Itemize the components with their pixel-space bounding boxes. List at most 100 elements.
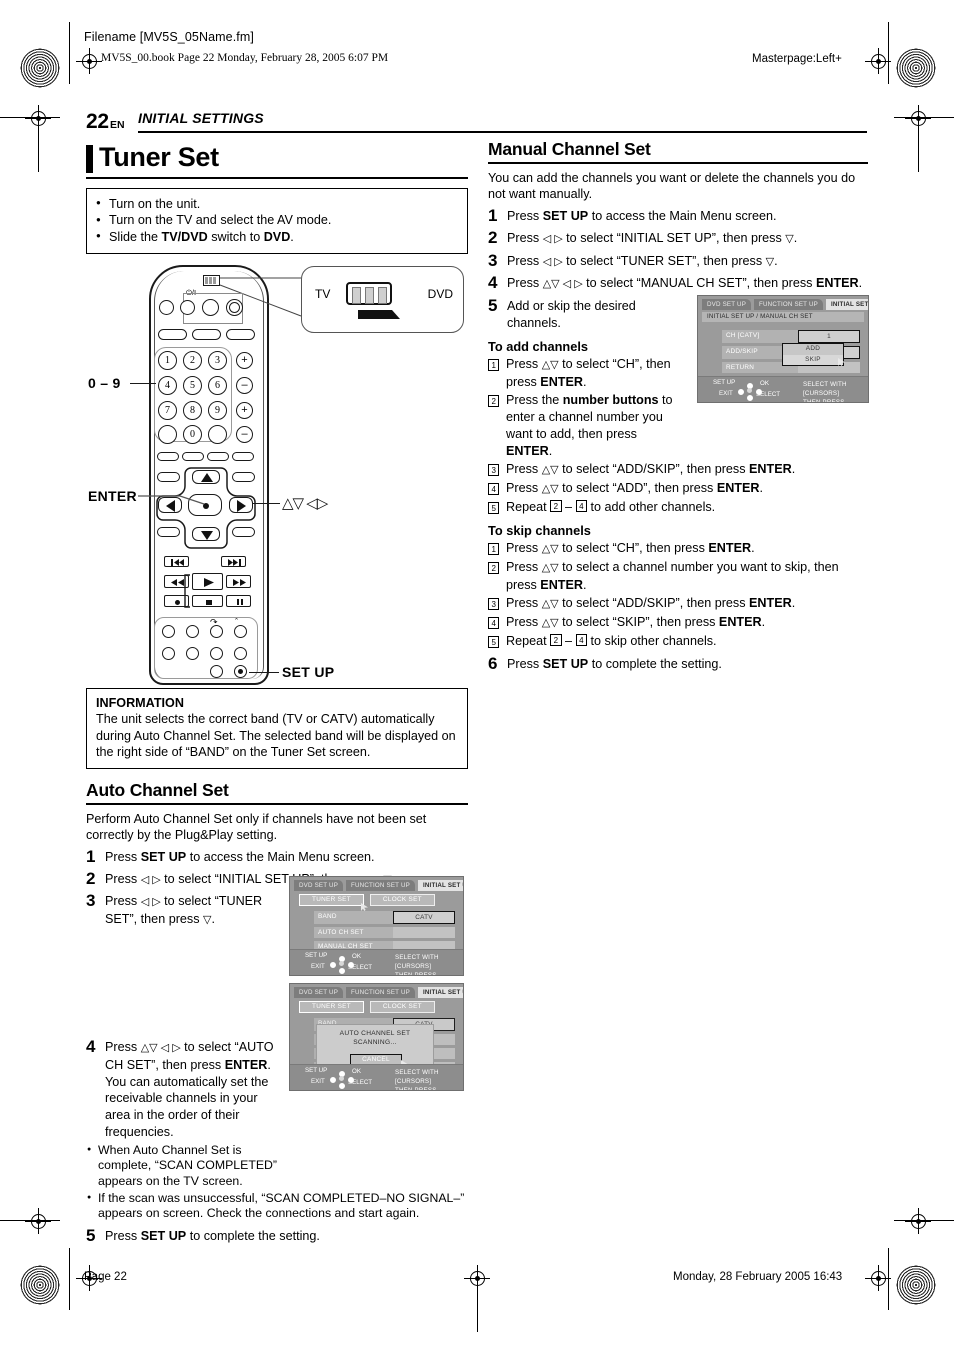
footer-page-label: Page 22 [84, 1271, 127, 1283]
bottom-button-r1c2[interactable] [186, 625, 199, 639]
number-button-9[interactable]: 9 [208, 401, 227, 421]
remote-button-right-blank[interactable] [208, 425, 227, 445]
remote-button-left-blank[interactable] [158, 425, 177, 445]
remote-key-right-bottom[interactable] [232, 527, 255, 538]
osd1-clock-set-button[interactable]: CLOCK SET [369, 894, 435, 906]
osd2-tab-initial-set-up[interactable]: INITIAL SET UP [417, 987, 463, 998]
manual-step-2-number: 2 [488, 227, 498, 247]
bottom-button-r3c1[interactable] [210, 665, 223, 679]
remote-oval-key-4[interactable] [232, 452, 254, 462]
number-button-8[interactable]: 8 [183, 401, 202, 421]
remote-key-right-top[interactable] [232, 472, 255, 483]
channel-up-button[interactable]: + [236, 352, 253, 370]
remote-oval-key-3[interactable] [207, 452, 229, 462]
tv-dvd-switch[interactable] [203, 275, 220, 287]
skip-previous-icon [171, 559, 184, 567]
callout-dvd-label: DVD [427, 287, 453, 302]
bottom-button-r2c2[interactable] [186, 647, 199, 661]
skip-previous-button[interactable] [164, 556, 189, 568]
manual-step-6: 6 Press SET UP to complete the setting. [488, 653, 722, 673]
set-up-button[interactable] [234, 665, 247, 679]
remote-key-left-bottom[interactable] [157, 527, 180, 538]
number-button-7[interactable]: 7 [158, 401, 177, 421]
crop-line-top-left-h [0, 117, 60, 118]
osd3-tab-function-set-up[interactable]: FUNCTION SET UP [754, 299, 823, 310]
volume-up-button[interactable]: + [236, 402, 253, 420]
halftone-dot-bottom-right [896, 1265, 936, 1305]
osd2-tab-dvd-set-up[interactable]: DVD SET UP [294, 987, 344, 998]
remote-function-key-3[interactable] [226, 329, 255, 341]
fast-forward-button[interactable] [226, 575, 251, 589]
manual-step-1-number: 1 [488, 205, 498, 225]
return-arrow-icon: ↷ [210, 617, 218, 628]
osd1-item-auto-ch-set[interactable]: AUTO CH SET [314, 927, 455, 938]
osd3-dropdown-option-skip[interactable]: SKIP [783, 354, 843, 365]
skip-next-button[interactable] [221, 556, 246, 568]
rewind-icon [171, 579, 184, 587]
rewind-button[interactable] [164, 575, 189, 589]
number-button-1[interactable]: 1 [158, 351, 177, 371]
osd3-tab-dvd-set-up[interactable]: DVD SET UP [702, 299, 752, 310]
pause-button[interactable] [226, 595, 251, 608]
remote-function-key-1[interactable] [158, 329, 187, 341]
bottom-button-r1c1[interactable] [162, 625, 175, 639]
osd1-tab-initial-set-up[interactable]: INITIAL SET UP [417, 880, 463, 891]
skip-step-5-ref-to: 4 [575, 633, 588, 646]
volume-up-label: + [241, 404, 248, 417]
cursor-down-button[interactable] [192, 527, 220, 542]
remote-oval-key-2[interactable] [182, 452, 204, 462]
fast-forward-icon [233, 579, 246, 587]
osd3-item-ch[interactable]: CH [CATV] 1 [722, 330, 860, 343]
stop-button[interactable] [192, 595, 223, 608]
volume-down-button[interactable]: – [236, 426, 253, 444]
skip-step-5-ref-from: 2 [550, 633, 562, 646]
bottom-button-r2c1[interactable] [162, 647, 175, 661]
record-button[interactable] [164, 595, 189, 608]
number-button-4[interactable]: 4 [158, 376, 177, 396]
add-step-4: 4 Press △▽ to select “ADD”, then press E… [488, 480, 868, 498]
enter-button[interactable] [188, 494, 222, 517]
manual-step-5-number: 5 [488, 296, 498, 316]
osd2-clock-set-button[interactable]: CLOCK SET [369, 1001, 435, 1013]
osd3-item-ch-value: 1 [798, 330, 860, 343]
label-cursor-buttons: △▽ ◁▷ [282, 495, 328, 513]
auto-bullet-list: When Auto Channel Set is complete, “SCAN… [86, 1142, 468, 1222]
remote-key-left-top[interactable] [157, 472, 180, 483]
crop-line-top-left-v [38, 130, 39, 172]
bottom-button-r2c3[interactable] [210, 647, 223, 661]
osd3-footer-hint-line2: THEN PRESS [ENTER] [803, 399, 845, 403]
channel-down-button[interactable]: – [236, 377, 253, 395]
osd3-tab-initial-set-up[interactable]: INITIAL SET UP [825, 299, 868, 310]
remote-button-b[interactable] [180, 300, 195, 316]
osd2-tab-function-set-up[interactable]: FUNCTION SET UP [346, 987, 415, 998]
skip-next-icon [228, 559, 241, 567]
auto-step-5-number: 5 [86, 1225, 96, 1245]
osd1-tuner-set-button[interactable]: TUNER SET [299, 894, 364, 906]
osd1-tab-function-set-up[interactable]: FUNCTION SET UP [346, 880, 415, 891]
osd1-item-band[interactable]: BAND CATV [314, 911, 455, 924]
play-button[interactable] [192, 573, 223, 591]
number-button-6[interactable]: 6 [208, 376, 227, 396]
add-step-1: 1 Press △▽ to select “CH”, then press EN… [488, 356, 684, 391]
remote-function-key-2[interactable] [192, 329, 221, 341]
number-button-2[interactable]: 2 [183, 351, 202, 371]
bottom-button-r2c4[interactable] [234, 647, 247, 661]
osd2-tuner-set-button[interactable]: TUNER SET [299, 1001, 364, 1013]
osd1-footer-hint: SELECT WITH [CURSORS] THEN PRESS [ENTER] [395, 953, 463, 975]
prep-text-2: Turn on the TV and select the AV mode. [109, 213, 332, 228]
osd1-tab-dvd-set-up[interactable]: DVD SET UP [294, 880, 344, 891]
number-button-5[interactable]: 5 [183, 376, 202, 396]
remote-oval-key-1[interactable] [157, 452, 179, 462]
cursor-up-button[interactable] [192, 470, 220, 485]
number-button-3[interactable]: 3 [208, 351, 227, 371]
osd3-dropdown-option-add[interactable]: ADD [783, 344, 843, 355]
power-button[interactable] [202, 299, 219, 317]
chapter-rule [138, 131, 867, 133]
number-button-0[interactable]: 0 [183, 425, 202, 445]
auto-step-1-number: 1 [86, 846, 96, 866]
osd1-item-auto-ch-set-label: AUTO CH SET [314, 927, 393, 938]
cursor-right-button[interactable] [229, 497, 253, 514]
osd3-add-skip-dropdown[interactable]: ADD SKIP [782, 343, 844, 366]
cursor-left-button[interactable] [158, 497, 182, 514]
remote-button-a[interactable] [159, 300, 174, 316]
